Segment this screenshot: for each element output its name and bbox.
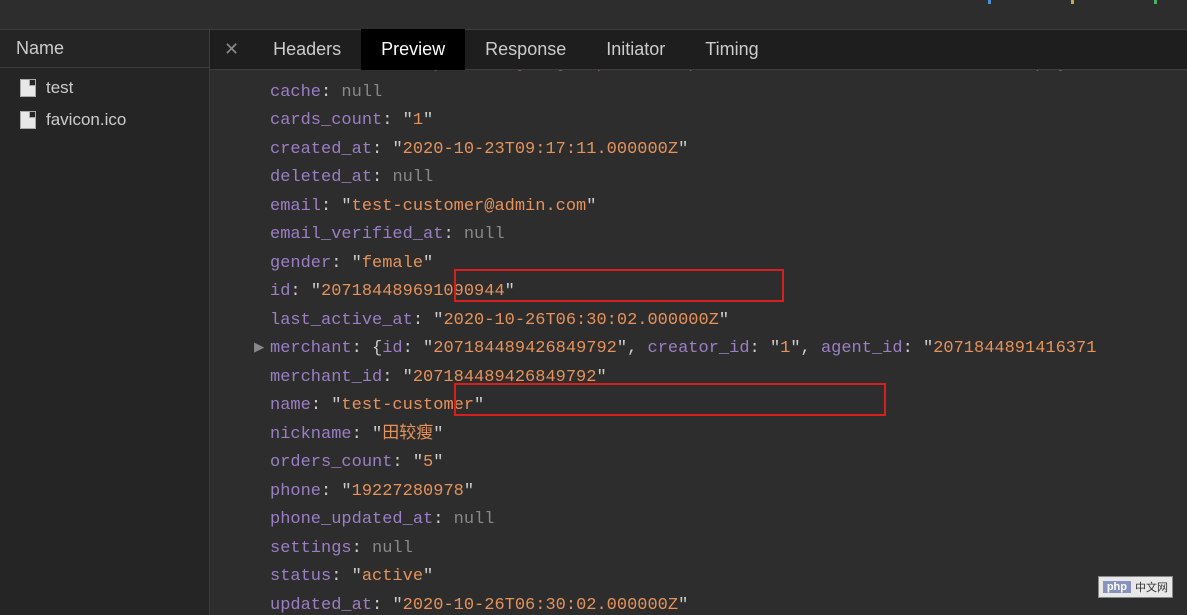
file-icon [20, 79, 36, 97]
json-key: name [270, 396, 311, 415]
json-key: status [270, 567, 331, 586]
json-key: orders_count [270, 453, 392, 472]
close-icon[interactable]: ✕ [210, 39, 253, 60]
json-value: null [454, 510, 495, 529]
json-value: 19227280978 [352, 482, 464, 501]
json-key: gender [270, 254, 331, 273]
json-value: test-customer [341, 396, 474, 415]
request-label: favicon.ico [46, 110, 126, 130]
json-value: 2020-10-26T06:30:02.000000Z [403, 596, 678, 615]
watermark-php-label: php [1103, 581, 1131, 593]
json-key: cards_count [270, 111, 382, 130]
json-key: avatar_url [270, 70, 372, 73]
json-key: settings [270, 539, 352, 558]
tab-response[interactable]: Response [465, 29, 586, 70]
tab-preview[interactable]: Preview [361, 29, 465, 70]
content-panel: ✕ Headers Preview Response Initiator Tim… [210, 30, 1187, 615]
json-value: 5 [423, 453, 433, 472]
json-value: 2020-10-26T06:30:02.000000Z [443, 311, 718, 330]
json-value: 207184489691090944 [321, 282, 505, 301]
expand-arrow-icon[interactable]: ▶ [254, 335, 266, 364]
sidebar-header-name: Name [0, 30, 209, 68]
json-value: null [341, 83, 382, 102]
json-value: http://liangfango-api.test/uploads/user-… [403, 70, 1066, 73]
indicator-blue [988, 0, 991, 4]
json-key: email [270, 197, 321, 216]
indicator-green [1154, 0, 1157, 4]
json-value: 2020-10-23T09:17:11.000000Z [403, 140, 678, 159]
json-key: updated_at [270, 596, 372, 615]
json-value: test-customer@admin.com [352, 197, 587, 216]
json-key: created_at [270, 140, 372, 159]
json-preview[interactable]: avatar_url: "http://liangfango-api.test/… [210, 70, 1187, 615]
json-key: merchant_id [270, 368, 382, 387]
tab-timing[interactable]: Timing [685, 29, 778, 70]
json-key: agent_id [821, 339, 903, 358]
indicator-orange [1071, 0, 1074, 4]
json-key: nickname [270, 425, 352, 444]
json-key: phone_updated_at [270, 510, 433, 529]
network-sidebar: Name test favicon.ico [0, 30, 210, 615]
json-key: email_verified_at [270, 225, 443, 244]
json-key: id [270, 282, 290, 301]
json-key: phone [270, 482, 321, 501]
network-request-test[interactable]: test [0, 72, 209, 104]
json-value: active [362, 567, 423, 586]
json-key: deleted_at [270, 168, 372, 187]
json-value: female [362, 254, 423, 273]
tab-initiator[interactable]: Initiator [586, 29, 685, 70]
top-toolbar [0, 0, 1187, 30]
json-value: null [392, 168, 433, 187]
request-label: test [46, 78, 73, 98]
json-value: null [372, 539, 413, 558]
json-key: cache [270, 83, 321, 102]
file-icon [20, 111, 36, 129]
watermark-badge: php 中文网 [1098, 576, 1173, 598]
json-key: creator_id [648, 339, 750, 358]
network-request-favicon[interactable]: favicon.ico [0, 104, 209, 136]
watermark-cn-label: 中文网 [1135, 579, 1168, 595]
json-value: null [464, 225, 505, 244]
tab-headers[interactable]: Headers [253, 29, 361, 70]
json-key: id [382, 339, 402, 358]
json-value: 207184489426849792 [413, 368, 597, 387]
json-key: merchant [270, 339, 352, 358]
json-value: 2071844891416371 [933, 339, 1096, 358]
json-key: last_active_at [270, 311, 413, 330]
detail-tabs: ✕ Headers Preview Response Initiator Tim… [210, 30, 1187, 70]
json-value: 1 [413, 111, 423, 130]
json-value: 田较瘦 [382, 425, 433, 444]
json-value: 1 [780, 339, 790, 358]
json-value: 207184489426849792 [433, 339, 617, 358]
